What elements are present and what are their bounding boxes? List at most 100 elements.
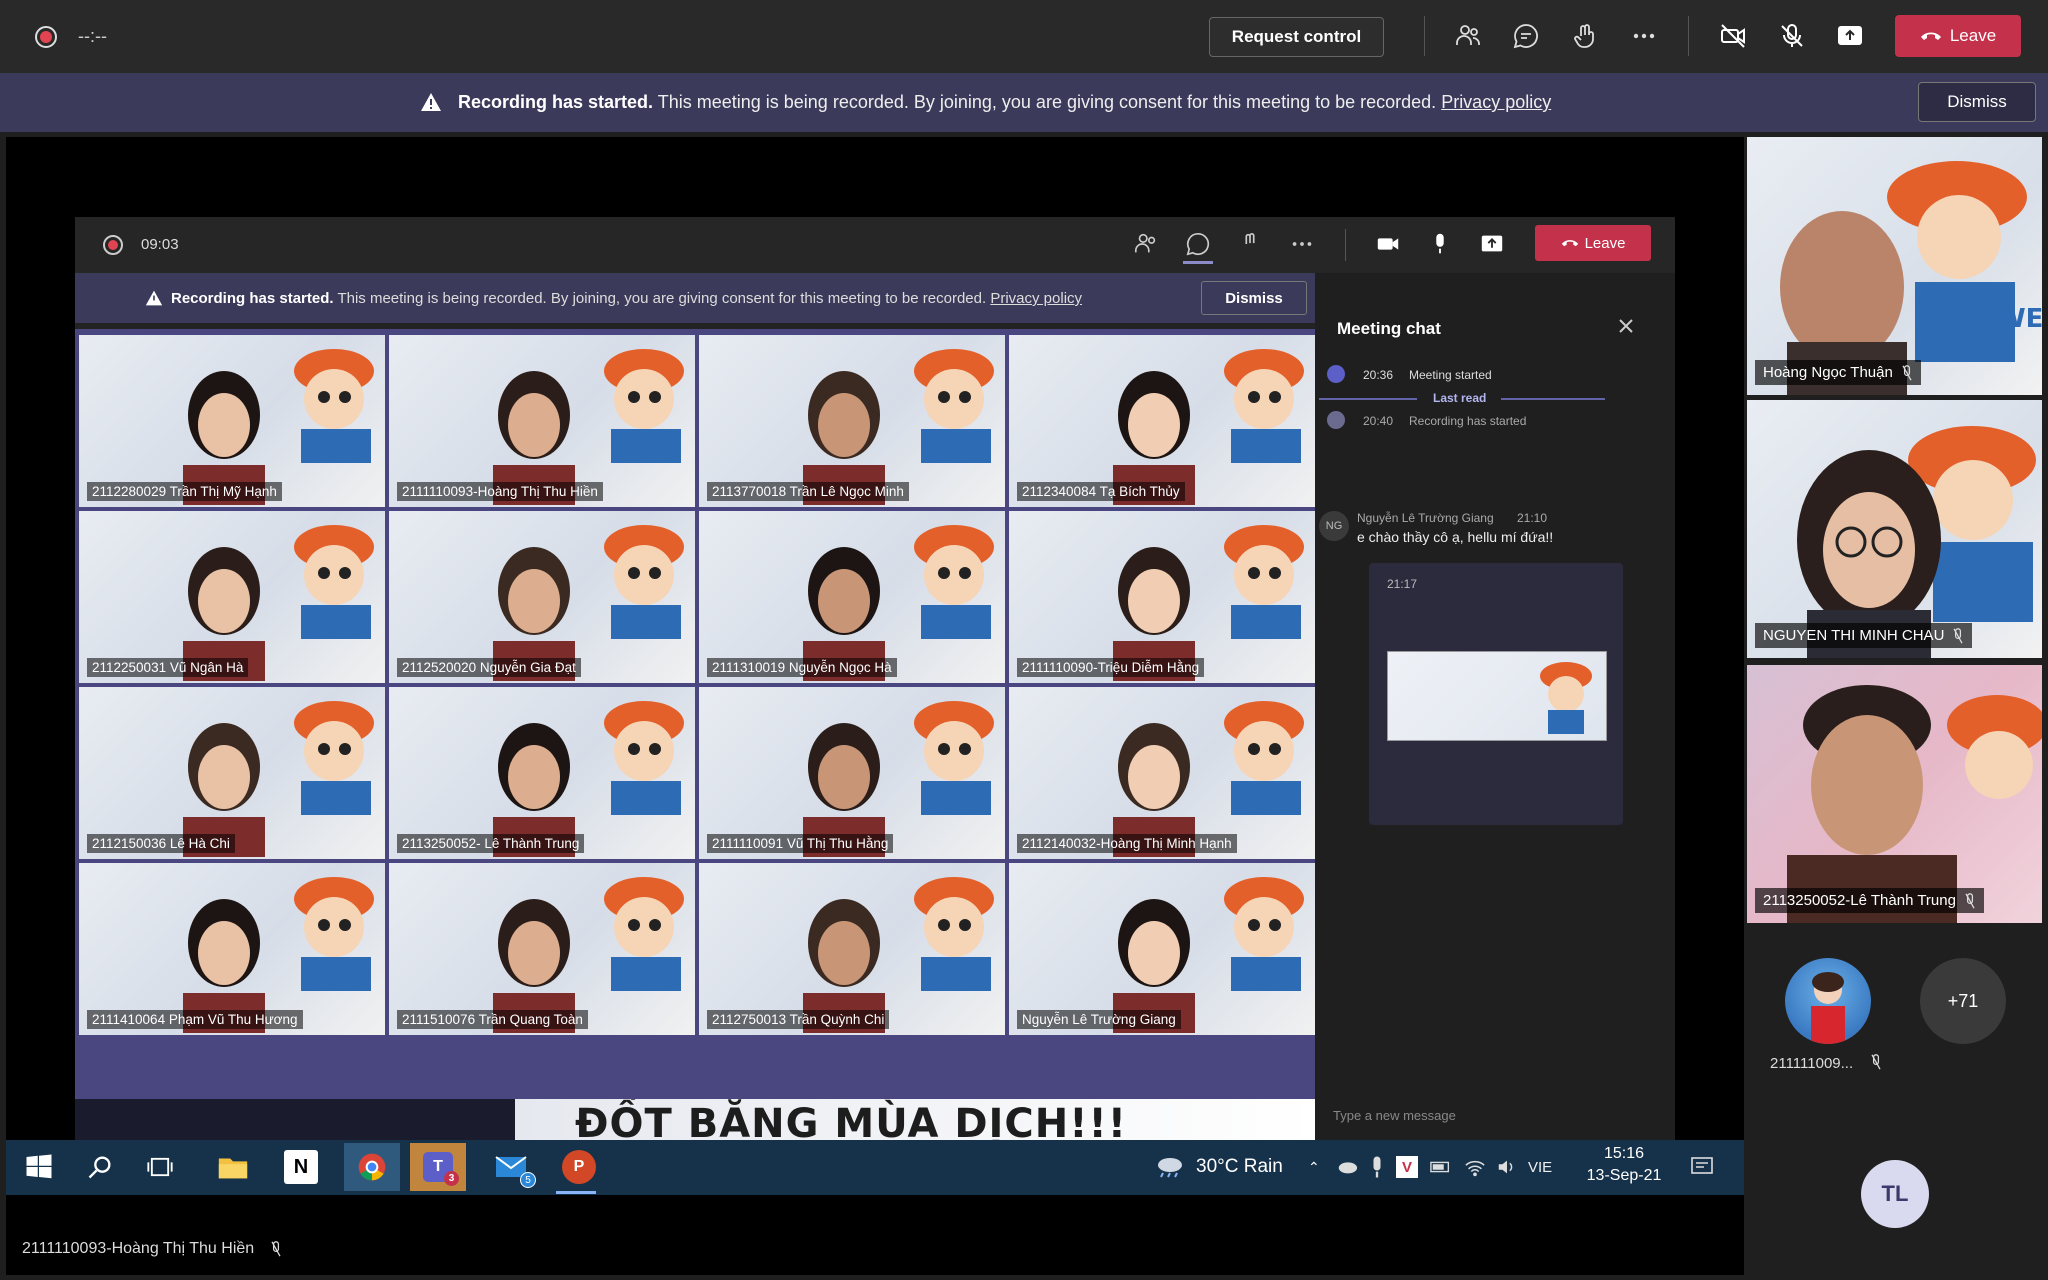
shared-banner-message: This meeting is being recorded. By joini… bbox=[337, 290, 987, 307]
shared-camera-icon bbox=[1377, 238, 1399, 250]
event-text: Recording has started bbox=[1409, 414, 1527, 428]
participant-name: NGUYEN THI MINH CHAU bbox=[1763, 627, 1945, 644]
avatar[interactable] bbox=[1785, 958, 1871, 1044]
privacy-policy-link[interactable]: Privacy policy bbox=[1441, 92, 1551, 112]
participant-name: 2112140032-Hoàng Thị Minh Hạnh bbox=[1017, 834, 1237, 853]
recording-icon bbox=[35, 26, 57, 48]
close-icon bbox=[1619, 319, 1633, 333]
participant-video[interactable]: 2113250052-Lê Thành Trung bbox=[1747, 665, 2042, 923]
banner-message: This meeting is being recorded. By joini… bbox=[657, 92, 1437, 112]
meeting-toolbar: --:-- Request control Leave bbox=[0, 0, 2048, 73]
shared-hangup-icon bbox=[1561, 240, 1578, 247]
more-participants-button[interactable]: +71 bbox=[1920, 958, 2006, 1044]
shared-timer: 09:03 bbox=[141, 236, 179, 253]
shared-privacy-link: Privacy policy bbox=[990, 290, 1083, 307]
mascot-image bbox=[604, 877, 684, 991]
chevron-up-icon: ⌃ bbox=[1308, 1158, 1320, 1175]
mascot-image bbox=[294, 349, 374, 463]
onedrive-icon bbox=[1338, 1162, 1358, 1174]
mail-task: 5 bbox=[492, 1150, 536, 1188]
last-read-line bbox=[1319, 398, 1417, 400]
participant-tile: 2112140032-Hoàng Thị Minh Hạnh bbox=[1009, 687, 1315, 859]
share-screen-icon[interactable] bbox=[1832, 18, 1868, 54]
leave-button[interactable]: Leave bbox=[1895, 15, 2021, 57]
teams-icon: T3 bbox=[423, 1152, 459, 1186]
toolbar-divider bbox=[1424, 16, 1425, 56]
shared-banner-title: Recording has started. bbox=[171, 290, 334, 307]
participant-tile: 2112520020 Nguyễn Gia Đạt bbox=[389, 511, 695, 683]
shared-chat-icon bbox=[1186, 232, 1210, 256]
clock: 15:16 13-Sep-21 bbox=[1584, 1145, 1664, 1185]
event-time: 20:36 bbox=[1363, 368, 1394, 382]
participant-name: 2111510076 Trần Quang Toàn bbox=[397, 1010, 588, 1029]
mic-off-icon[interactable] bbox=[1774, 18, 1810, 54]
windows-start-icon bbox=[26, 1154, 52, 1179]
participant-name: 2113770018 Trần Lê Ngọc Minh bbox=[707, 482, 909, 501]
shared-share-icon bbox=[1481, 235, 1503, 252]
last-read-label: Last read bbox=[1433, 391, 1487, 405]
active-app-indicator bbox=[556, 1191, 596, 1194]
image-thumbnail bbox=[1387, 651, 1607, 741]
participant-tile: 2111110090-Triệu Diễm Hằng bbox=[1009, 511, 1315, 683]
mic-off-icon bbox=[1953, 627, 1963, 644]
notion-icon: N bbox=[284, 1150, 318, 1184]
mascot-image bbox=[1540, 662, 1592, 734]
event-text: Meeting started bbox=[1409, 368, 1492, 382]
participant-video[interactable]: NGUYEN THI MINH CHAU bbox=[1747, 400, 2042, 658]
participant-name: Nguyễn Lê Trường Giang bbox=[1017, 1010, 1181, 1029]
participant-video[interactable]: WE Hoàng Ngọc Thuận bbox=[1747, 137, 2042, 395]
video-feed-image bbox=[1797, 426, 2036, 658]
shared-reactions-icon bbox=[1245, 232, 1255, 244]
shared-recording-icon bbox=[103, 235, 123, 255]
participant-name: 2111310019 Nguyễn Ngọc Hà bbox=[707, 658, 897, 677]
mascot-image bbox=[1224, 525, 1304, 639]
mascot-image bbox=[604, 525, 684, 639]
participant-name: 2112520020 Nguyễn Gia Đạt bbox=[397, 658, 581, 677]
mic-off-icon bbox=[271, 1240, 281, 1257]
chat-icon[interactable] bbox=[1508, 18, 1544, 54]
dismiss-button[interactable]: Dismiss bbox=[1918, 82, 2036, 122]
weather-text: 30°C Rain bbox=[1196, 1156, 1283, 1177]
mascot-image bbox=[604, 349, 684, 463]
chat-active-indicator bbox=[1183, 261, 1213, 264]
weather-rain-icon bbox=[1158, 1158, 1182, 1178]
participant-grid: 2112280029 Trần Thị Mỹ Hạnh 2111110093-Ho… bbox=[75, 329, 1315, 1099]
banner-title: Recording has started. bbox=[458, 92, 654, 112]
shared-recording-banner: Recording has started. This meeting is b… bbox=[75, 273, 1315, 323]
shared-warning-icon bbox=[145, 290, 163, 306]
windows-taskbar: N T3 5 P 30°C Rain ⌃ V VIE 15:16 13-Sep-… bbox=[6, 1140, 1744, 1195]
wifi-icon bbox=[1465, 1161, 1485, 1177]
participant-tile: 2111410064 Phạm Vũ Thu Hương bbox=[79, 863, 385, 1035]
camera-off-icon[interactable] bbox=[1715, 18, 1751, 54]
mascot-image bbox=[604, 701, 684, 815]
shared-divider bbox=[1345, 229, 1346, 261]
mascot-image bbox=[294, 701, 374, 815]
participant-name: 2111110093-Hoàng Thị Thu Hiền bbox=[397, 482, 603, 501]
event-time: 20:40 bbox=[1363, 414, 1394, 428]
avatar-name: 211111009... bbox=[1770, 1055, 1854, 1072]
participant-name-tag: NGUYEN THI MINH CHAU bbox=[1755, 623, 1973, 648]
meeting-timer: --:-- bbox=[78, 26, 107, 46]
video-feed-image bbox=[1787, 685, 2042, 923]
last-read-line bbox=[1501, 398, 1605, 400]
mascot-image bbox=[294, 877, 374, 991]
more-icon[interactable] bbox=[1626, 18, 1662, 54]
message-author: Nguyễn Lê Trường Giang bbox=[1357, 511, 1494, 525]
mic-tray-icon bbox=[1373, 1156, 1381, 1178]
image-message-time: 21:17 bbox=[1387, 577, 1418, 591]
participant-name: Hoàng Ngọc Thuận bbox=[1763, 364, 1893, 381]
meeting-event-icon bbox=[1327, 365, 1345, 383]
participant-name: 2112150036 Lê Hà Chi bbox=[87, 834, 235, 853]
file-explorer-icon bbox=[218, 1158, 248, 1179]
shared-mic-icon bbox=[1436, 233, 1444, 254]
people-icon[interactable] bbox=[1450, 18, 1486, 54]
clock-time: 15:16 bbox=[1603, 1145, 1645, 1162]
recording-event-icon bbox=[1327, 411, 1345, 429]
vivaldi-icon: V bbox=[1396, 1156, 1418, 1178]
self-avatar[interactable]: TL bbox=[1861, 1160, 1929, 1228]
reactions-icon[interactable] bbox=[1567, 18, 1603, 54]
participant-name: 2113250052- Lê Thành Trung bbox=[397, 834, 585, 853]
request-control-button[interactable]: Request control bbox=[1209, 17, 1384, 57]
clock-date: 13-Sep-21 bbox=[1586, 1167, 1662, 1184]
image-message: 21:17 bbox=[1369, 563, 1623, 825]
